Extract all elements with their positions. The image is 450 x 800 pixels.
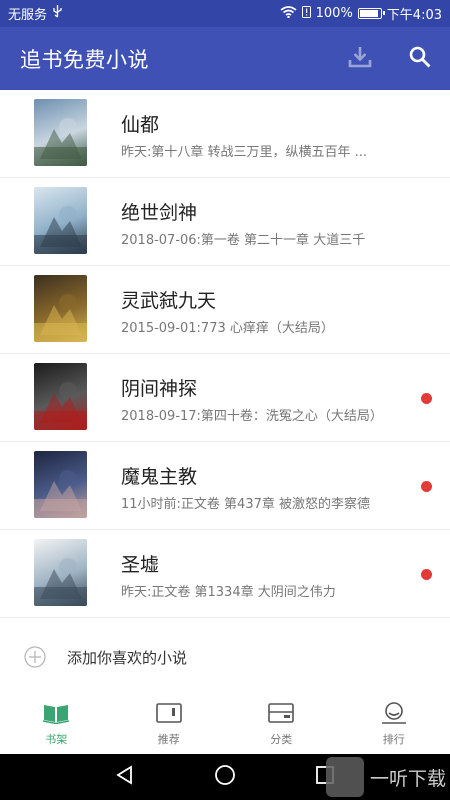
- add-novel-label: 添加你喜欢的小说: [67, 648, 188, 667]
- latest-chapter: 2018-07-06:第一卷 第二十一章 大道三千: [121, 233, 366, 248]
- watermark-logo-icon: [325, 757, 364, 797]
- book-cover[interactable]: [34, 363, 87, 430]
- latest-chapter: 昨天:正文卷 第1334章 大阴间之伟力: [121, 585, 336, 600]
- watermark-text: 一听下载: [369, 767, 446, 790]
- latest-chapter: 2015-09-01:773 心痒痒（大结局）: [121, 321, 334, 336]
- book-cover[interactable]: [34, 539, 87, 606]
- tab-bookshelf[interactable]: 书架: [0, 694, 113, 754]
- app-title: 追书免费小说: [20, 47, 149, 72]
- tab-recommend[interactable]: 推荐: [113, 694, 226, 754]
- book-row[interactable]: 魔鬼主教 11小时前:正文卷 第437章 被激怒的李察德: [0, 442, 450, 530]
- unread-dot: [421, 393, 432, 404]
- recommend-icon: [155, 702, 183, 728]
- book-row[interactable]: 仙都昨天:第十八章 转战三万里，纵横五百年 ...: [0, 90, 450, 178]
- book-row[interactable]: 绝世剑神 2018-07-06:第一卷 第二十一章 大道三千: [0, 178, 450, 266]
- usb-icon: [53, 5, 62, 22]
- book-title: 阴间神探: [121, 378, 198, 400]
- tab-category[interactable]: 分类: [225, 694, 338, 754]
- unread-dot: [421, 569, 432, 580]
- category-icon: [267, 702, 295, 728]
- bookshelf-icon: [42, 702, 70, 728]
- carrier-text: 无服务: [8, 8, 48, 23]
- latest-chapter: 11小时前:正文卷 第437章 被激怒的李察德: [121, 497, 370, 512]
- book-cover[interactable]: [34, 451, 87, 518]
- ranking-icon: [380, 702, 408, 728]
- download-button[interactable]: [330, 27, 390, 90]
- bookshelf-list: 仙都昨天:第十八章 转战三万里，纵横五百年 ... 绝世剑神 2018-07-06:…: [0, 90, 450, 618]
- battery-percent: 100%: [315, 6, 353, 21]
- book-cover[interactable]: [34, 275, 87, 342]
- battery-icon: [357, 8, 385, 19]
- tab-label: 分类: [270, 733, 293, 746]
- clock: 下午4:03: [386, 8, 442, 23]
- book-title: 灵武弑九天: [121, 290, 217, 312]
- tab-label: 书架: [45, 733, 68, 746]
- book-row[interactable]: 圣墟昨天:正文卷 第1334章 大阴间之伟力: [0, 530, 450, 618]
- watermark: 一听下载: [325, 757, 446, 797]
- wifi-icon: [280, 5, 297, 22]
- status-bar: 无服务 100% 下午4:03: [0, 0, 450, 27]
- add-circle-icon: [24, 646, 46, 668]
- home-icon: [214, 764, 236, 790]
- app-bar: 追书免费小说: [0, 27, 450, 90]
- search-icon: [409, 46, 431, 72]
- add-novel-button[interactable]: 添加你喜欢的小说: [0, 632, 450, 682]
- back-button[interactable]: [75, 754, 175, 800]
- book-title: 绝世剑神: [121, 202, 198, 224]
- book-title: 仙都: [121, 114, 160, 136]
- tab-ranking[interactable]: 排行: [338, 694, 450, 754]
- book-cover[interactable]: [34, 99, 87, 166]
- latest-chapter: 昨天:第十八章 转战三万里，纵横五百年 ...: [121, 145, 368, 160]
- book-row[interactable]: 灵武弑九天 2015-09-01:773 心痒痒（大结局）: [0, 266, 450, 354]
- system-nav-bar: 一听下载: [0, 754, 450, 800]
- book-title: 圣墟: [121, 554, 160, 576]
- latest-chapter: 2018-09-17:第四十卷：洗冤之心（大结局）: [121, 409, 383, 424]
- unread-dot: [421, 481, 432, 492]
- download-icon: [348, 46, 372, 72]
- book-row[interactable]: 阴间神探 2018-09-17:第四十卷：洗冤之心（大结局）: [0, 354, 450, 442]
- sim-alert-icon: [301, 5, 311, 22]
- book-cover[interactable]: [34, 187, 87, 254]
- book-title: 魔鬼主教: [121, 466, 198, 488]
- tab-label: 排行: [382, 733, 405, 746]
- bottom-nav: 书架 推荐 分类 排行: [0, 694, 450, 754]
- back-icon: [115, 765, 135, 789]
- tab-label: 推荐: [157, 733, 180, 746]
- search-button[interactable]: [390, 27, 450, 90]
- home-button[interactable]: [175, 754, 275, 800]
